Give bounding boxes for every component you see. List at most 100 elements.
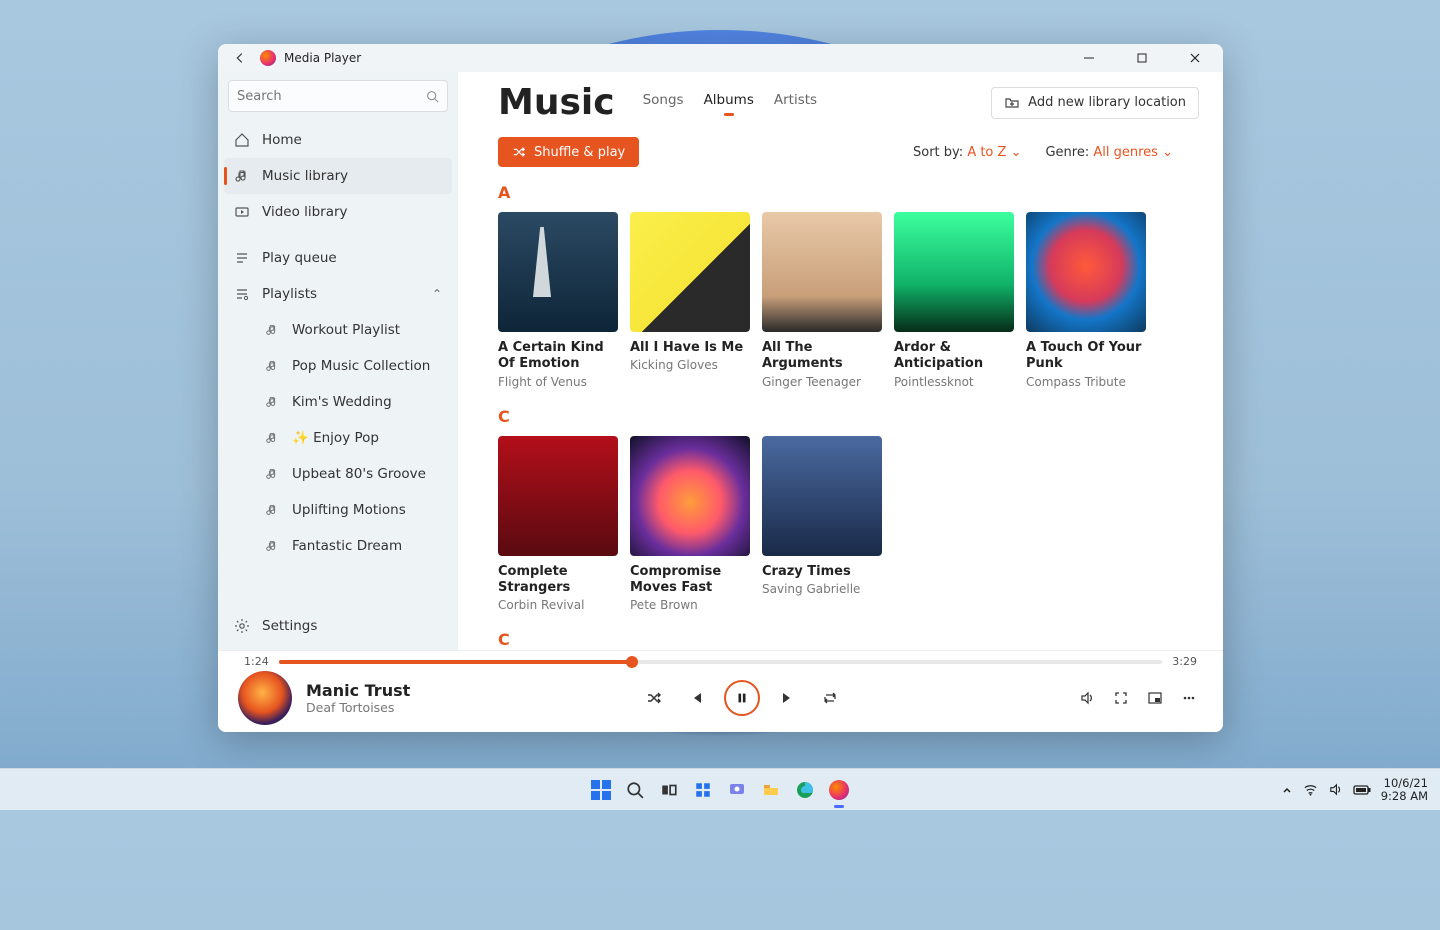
video-icon (234, 204, 250, 220)
album-cover (762, 436, 882, 556)
volume-tray-icon[interactable] (1328, 782, 1343, 797)
playlist-item[interactable]: Fantastic Dream (224, 528, 452, 564)
repeat-button[interactable] (816, 684, 844, 712)
playlist-item[interactable]: Pop Music Collection (224, 348, 452, 384)
tab-songs[interactable]: Songs (643, 92, 684, 114)
previous-button[interactable] (682, 684, 710, 712)
sort-dropdown[interactable]: Sort by: A to Z ⌄ (913, 145, 1021, 160)
page-title: Music (498, 82, 615, 123)
progress-thumb[interactable] (626, 656, 638, 668)
widgets-icon[interactable] (689, 776, 717, 804)
album-title: Complete Strangers (498, 564, 618, 597)
search-icon (426, 90, 439, 103)
search-input[interactable] (237, 89, 418, 104)
start-button[interactable] (587, 776, 615, 804)
nav-playlists[interactable]: Playlists ⌃ (224, 276, 452, 312)
section-letter[interactable]: C (498, 630, 1189, 649)
nav-label: Play queue (262, 250, 337, 266)
tab-albums[interactable]: Albums (704, 92, 754, 114)
nav-video-library[interactable]: Video library (224, 194, 452, 230)
section-letter[interactable]: A (498, 183, 1189, 202)
album-cover (1026, 212, 1146, 332)
album-card[interactable]: A Touch Of Your Punk Compass Tribute (1026, 212, 1146, 389)
music-note-icon (264, 358, 280, 374)
taskbar-search-icon[interactable] (621, 776, 649, 804)
album-artist: Saving Gabrielle (762, 582, 882, 596)
chevron-down-icon: ⌄ (1162, 145, 1173, 160)
shuffle-button[interactable] (640, 684, 668, 712)
genre-dropdown[interactable]: Genre: All genres ⌄ (1045, 145, 1173, 160)
album-title: Ardor & Anticipation (894, 340, 1014, 373)
album-cover (762, 212, 882, 332)
mini-player-button[interactable] (1141, 684, 1169, 712)
album-cover (498, 212, 618, 332)
playlist-icon (234, 286, 250, 302)
system-tray[interactable]: 10/6/21 9:28 AM (1281, 777, 1428, 802)
album-title: Crazy Times (762, 564, 882, 580)
task-view-icon[interactable] (655, 776, 683, 804)
album-card[interactable]: Complete Strangers Corbin Revival (498, 436, 618, 613)
album-card[interactable]: Crazy Times Saving Gabrielle (762, 436, 882, 613)
nav-music-library[interactable]: Music library (224, 158, 452, 194)
section-letter[interactable]: C (498, 407, 1189, 426)
music-note-icon (234, 168, 250, 184)
album-artist: Pete Brown (630, 598, 750, 612)
playlist-item[interactable]: ✨ Enjoy Pop (224, 420, 452, 456)
folder-add-icon (1004, 95, 1020, 111)
clock[interactable]: 10/6/21 9:28 AM (1381, 777, 1428, 802)
now-playing-art[interactable] (238, 671, 292, 725)
playlist-item[interactable]: Upbeat 80's Groove (224, 456, 452, 492)
add-library-location-button[interactable]: Add new library location (991, 87, 1199, 119)
album-cover (894, 212, 1014, 332)
minimize-button[interactable] (1066, 44, 1111, 72)
next-button[interactable] (774, 684, 802, 712)
search-box[interactable] (228, 80, 448, 112)
album-artist: Ginger Teenager (762, 375, 882, 389)
close-button[interactable] (1172, 44, 1217, 72)
volume-button[interactable] (1073, 684, 1101, 712)
player-bar: 1:24 3:29 Manic Trust Deaf Tortoises (218, 650, 1223, 732)
media-player-taskbar-icon[interactable] (825, 776, 853, 804)
playlist-item[interactable]: Uplifting Motions (224, 492, 452, 528)
gear-icon (234, 618, 250, 634)
maximize-button[interactable] (1119, 44, 1164, 72)
explorer-icon[interactable] (757, 776, 785, 804)
album-card[interactable]: All The Arguments Ginger Teenager (762, 212, 882, 389)
battery-icon[interactable] (1353, 784, 1371, 796)
music-note-icon (264, 430, 280, 446)
album-card[interactable]: A Certain Kind Of Emotion Flight of Venu… (498, 212, 618, 389)
shuffle-play-button[interactable]: Shuffle & play (498, 137, 639, 167)
pause-button[interactable] (724, 680, 760, 716)
back-button[interactable] (228, 46, 252, 70)
tray-overflow-icon[interactable] (1281, 784, 1293, 796)
album-scroll[interactable]: A A Certain Kind Of Emotion Flight of Ve… (498, 175, 1223, 650)
album-artist: Compass Tribute (1026, 375, 1146, 389)
chat-icon[interactable] (723, 776, 751, 804)
progress-bar[interactable] (279, 660, 1163, 664)
nav-home[interactable]: Home (224, 122, 452, 158)
nav-label: Video library (262, 204, 348, 220)
nav-play-queue[interactable]: Play queue (224, 240, 452, 276)
chevron-down-icon: ⌄ (1011, 145, 1022, 160)
album-card[interactable]: Compromise Moves Fast Pete Brown (630, 436, 750, 613)
album-cover (630, 212, 750, 332)
nav-settings[interactable]: Settings (224, 608, 452, 644)
playlist-label: ✨ Enjoy Pop (292, 430, 379, 446)
fullscreen-button[interactable] (1107, 684, 1135, 712)
album-card[interactable]: Ardor & Anticipation Pointlessknot (894, 212, 1014, 389)
edge-icon[interactable] (791, 776, 819, 804)
app-window: Media Player Home (218, 44, 1223, 732)
album-card[interactable]: All I Have Is Me Kicking Gloves (630, 212, 750, 389)
playlist-label: Uplifting Motions (292, 502, 406, 518)
playlist-label: Fantastic Dream (292, 538, 402, 554)
playlist-label: Upbeat 80's Groove (292, 466, 426, 482)
playlist-item[interactable]: Kim's Wedding (224, 384, 452, 420)
sidebar: Home Music library Video library Play qu… (218, 72, 458, 650)
nav-label: Home (262, 132, 302, 148)
playlist-item[interactable]: Workout Playlist (224, 312, 452, 348)
music-note-icon (264, 322, 280, 338)
more-button[interactable] (1175, 684, 1203, 712)
app-title: Media Player (284, 51, 361, 65)
wifi-icon[interactable] (1303, 782, 1318, 797)
tab-artists[interactable]: Artists (774, 92, 817, 114)
